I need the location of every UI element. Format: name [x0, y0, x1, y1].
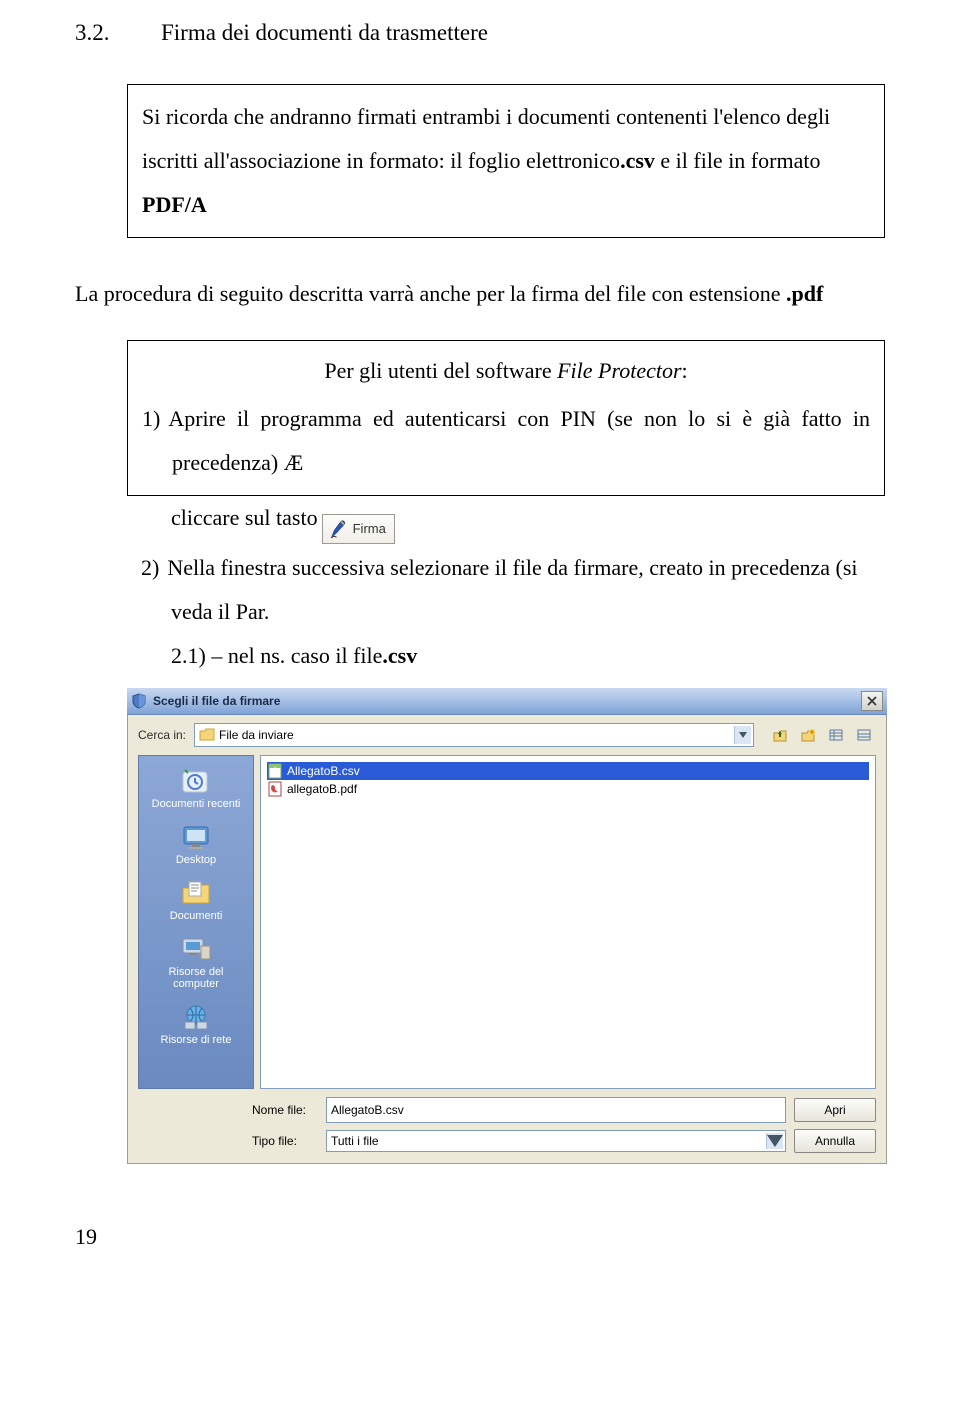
filename-input[interactable] — [326, 1097, 786, 1123]
toolbar-icons — [768, 724, 876, 746]
file-list[interactable]: a AllegatoB.csv allegatoB.pdf — [260, 755, 876, 1089]
pdf-ext: .pdf — [786, 281, 823, 306]
chevron-down-icon — [767, 1135, 783, 1147]
up-folder-button[interactable] — [768, 724, 792, 746]
chevron-down-icon — [739, 732, 747, 738]
section-title: Firma dei documenti da trasmettere — [161, 20, 488, 46]
page-number: 19 — [75, 1224, 885, 1250]
procedure-para: La procedura di seguito descritta varrà … — [75, 272, 885, 316]
para-text: La procedura di seguito descritta varrà … — [75, 281, 786, 306]
pdf-icon — [267, 781, 283, 797]
section-heading: 3.2. Firma dei documenti da trasmettere — [75, 20, 885, 46]
folder-name: File da inviare — [219, 728, 294, 742]
csv-icon: a — [267, 763, 283, 779]
dialog-title: Scegli il file da firmare — [153, 694, 280, 708]
place-recent[interactable]: Documenti recenti — [143, 762, 249, 814]
pdfa-bold: PDF/A — [142, 192, 207, 217]
places-bar: Documenti recenti Desktop Documenti Riso… — [138, 755, 254, 1089]
file-item-csv[interactable]: a AllegatoB.csv — [267, 762, 869, 780]
instruction-head: Per gli utenti del software File Protect… — [128, 341, 884, 397]
folder-combo[interactable]: File da inviare — [194, 723, 754, 747]
place-network[interactable]: Risorse di rete — [143, 998, 249, 1050]
close-icon — [867, 696, 877, 706]
instruction-box: Per gli utenti del software File Protect… — [127, 340, 885, 496]
recent-icon — [179, 766, 213, 796]
place-documents[interactable]: Documenti — [143, 874, 249, 926]
instruction-item-2: 2)Nella finestra successiva selezionare … — [171, 546, 885, 634]
click-button-row: cliccare sul tasto Firma — [171, 496, 885, 540]
folder-icon — [199, 728, 215, 742]
filetype-select[interactable]: Tutti i file — [326, 1130, 786, 1152]
csv-bold-2: .csv — [382, 643, 417, 668]
search-in-label: Cerca in: — [138, 728, 186, 742]
shield-icon — [131, 693, 147, 709]
computer-icon — [179, 934, 213, 964]
close-button[interactable] — [861, 691, 883, 711]
view-details-button[interactable] — [852, 724, 876, 746]
place-desktop[interactable]: Desktop — [143, 818, 249, 870]
csv-bold: .csv — [620, 148, 655, 173]
firma-label: Firma — [353, 516, 386, 542]
place-computer[interactable]: Risorse del computer — [143, 930, 249, 994]
instruction-item-2b: 2.1) – nel ns. caso il file.csv — [171, 634, 885, 678]
filename-label: Nome file: — [252, 1103, 318, 1117]
documents-icon — [179, 878, 213, 908]
reminder-box: Si ricorda che andranno firmati entrambi… — [127, 84, 885, 238]
firma-button[interactable]: Firma — [322, 514, 395, 544]
filetype-label: Tipo file: — [252, 1134, 318, 1148]
view-list-button[interactable] — [824, 724, 848, 746]
cancel-button[interactable]: Annulla — [794, 1129, 876, 1153]
section-number: 3.2. — [75, 20, 161, 46]
network-icon — [179, 1002, 213, 1032]
callout-mid: e il file in formato — [655, 148, 821, 173]
software-name: File Protector — [557, 358, 681, 383]
open-button[interactable]: Apri — [794, 1098, 876, 1122]
desktop-icon — [179, 822, 213, 852]
new-folder-button[interactable] — [796, 724, 820, 746]
instruction-item-1: 1)Aprire il programma ed autenticarsi co… — [128, 397, 884, 495]
dialog-titlebar[interactable]: Scegli il file da firmare — [127, 688, 887, 715]
file-item-pdf[interactable]: allegatoB.pdf — [267, 780, 869, 798]
pen-icon — [329, 518, 347, 540]
file-open-dialog: Scegli il file da firmare Cerca in: File… — [127, 688, 887, 1164]
